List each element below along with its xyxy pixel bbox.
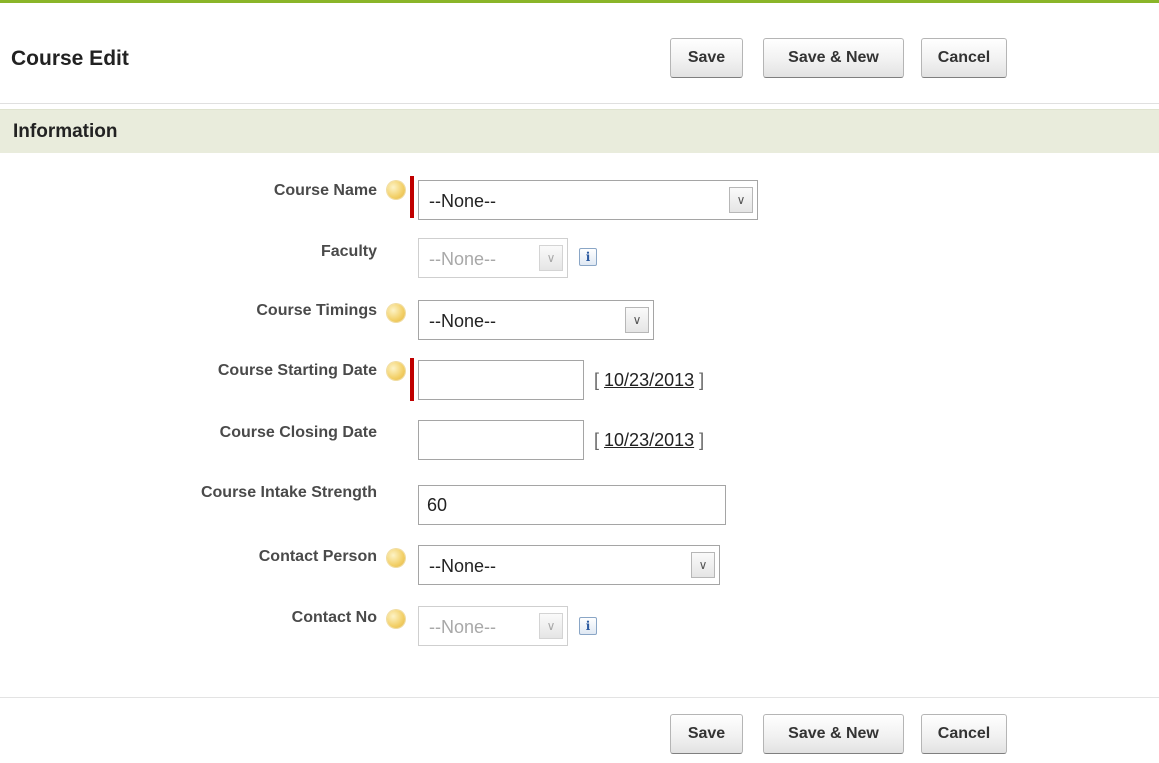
contact-no-value: --None--: [429, 617, 497, 637]
help-bubble-icon[interactable]: [387, 362, 405, 380]
info-icon[interactable]: i: [579, 617, 597, 635]
course-closing-date-input[interactable]: [418, 420, 584, 460]
section-title: Information: [13, 121, 118, 142]
help-bubble-icon[interactable]: [387, 549, 405, 567]
chevron-down-icon[interactable]: ∨: [729, 187, 753, 213]
course-timings-value: --None--: [429, 311, 497, 331]
chevron-down-icon[interactable]: ∨: [625, 307, 649, 333]
cancel-button-top[interactable]: Cancel: [921, 38, 1007, 78]
chevron-down-icon[interactable]: ∨: [691, 552, 715, 578]
help-bubble-icon[interactable]: [387, 181, 405, 199]
course-intake-strength-input[interactable]: [418, 485, 726, 525]
bracket-close: ]: [699, 370, 705, 390]
course-name-value: --None--: [429, 191, 497, 211]
course-timings-select[interactable]: --None-- ∨: [418, 300, 654, 340]
section-header-information: Information: [0, 109, 1159, 153]
help-bubble-icon[interactable]: [387, 610, 405, 628]
closing-date-today-link[interactable]: 10/23/2013: [604, 430, 694, 450]
course-name-select[interactable]: --None-- ∨: [418, 180, 758, 220]
faculty-select: --None-- ∨: [418, 238, 568, 278]
info-icon[interactable]: i: [579, 248, 597, 266]
contact-no-select: --None-- ∨: [418, 606, 568, 646]
bracket-open: [: [594, 430, 600, 450]
help-bubble-icon[interactable]: [387, 304, 405, 322]
course-starting-date-label: Course Starting Date: [217, 362, 377, 379]
faculty-value: --None--: [429, 249, 497, 269]
save-and-new-button-top[interactable]: Save & New: [763, 38, 904, 78]
closing-date-today-link-wrapper: [ 10/23/2013 ]: [594, 430, 704, 451]
footer-divider: [0, 697, 1159, 698]
contact-person-value: --None--: [429, 556, 497, 576]
contact-no-label: Contact No: [291, 609, 377, 626]
required-indicator: [410, 358, 414, 401]
cancel-button-bottom[interactable]: Cancel: [921, 714, 1007, 754]
save-button-top[interactable]: Save: [670, 38, 743, 78]
contact-person-select[interactable]: --None-- ∨: [418, 545, 720, 585]
course-name-label: Course Name: [273, 182, 377, 199]
contact-person-label: Contact Person: [258, 548, 377, 565]
course-closing-date-label: Course Closing Date: [219, 424, 377, 441]
faculty-label: Faculty: [320, 243, 377, 260]
chevron-down-icon: ∨: [539, 245, 563, 271]
course-intake-strength-label: Course Intake Strength: [200, 484, 377, 501]
bracket-close: ]: [699, 430, 705, 450]
course-timings-label: Course Timings: [256, 302, 377, 319]
required-indicator: [410, 176, 414, 218]
bracket-open: [: [594, 370, 600, 390]
page-title: Course Edit: [11, 47, 129, 70]
chevron-down-icon: ∨: [539, 613, 563, 639]
save-button-bottom[interactable]: Save: [670, 714, 743, 754]
course-starting-date-input[interactable]: [418, 360, 584, 400]
starting-date-today-link[interactable]: 10/23/2013: [604, 370, 694, 390]
save-and-new-button-bottom[interactable]: Save & New: [763, 714, 904, 754]
starting-date-today-link-wrapper: [ 10/23/2013 ]: [594, 370, 704, 391]
